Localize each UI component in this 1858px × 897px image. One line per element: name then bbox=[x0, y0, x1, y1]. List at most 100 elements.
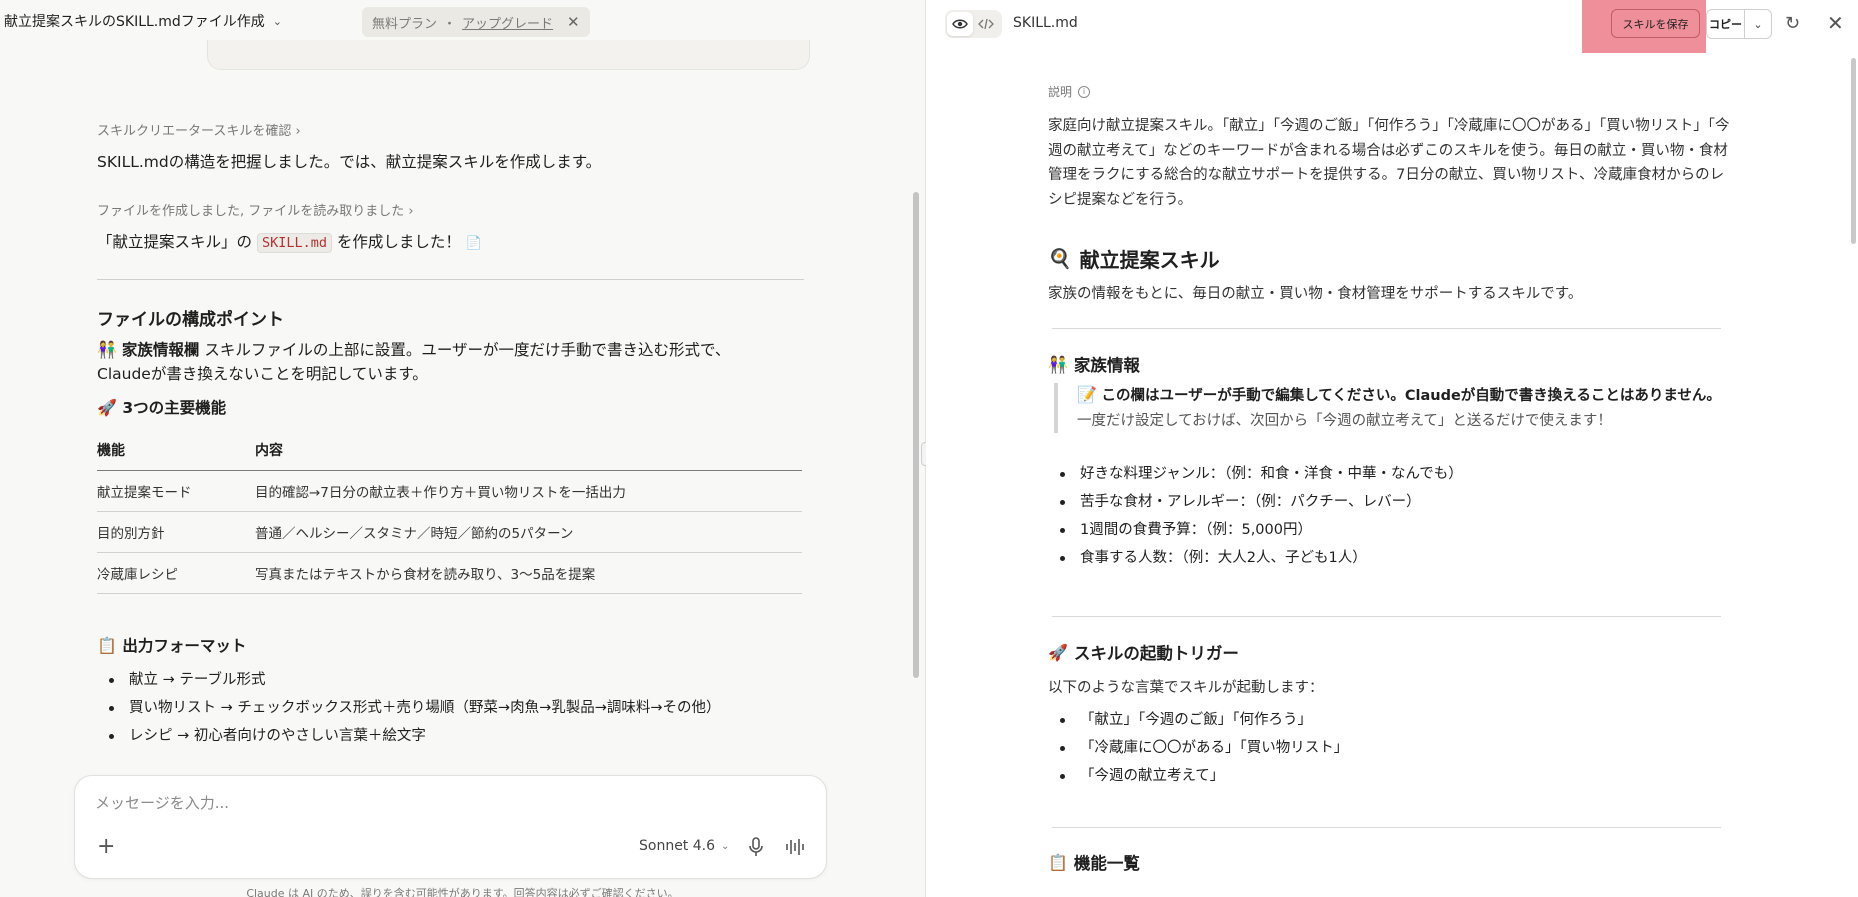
family-icon: 👫 bbox=[97, 340, 117, 359]
assistant-message-text: SKILL.mdの構造を把握しました。では、献立提案スキルを作成します。 bbox=[97, 153, 602, 171]
close-icon[interactable]: ✕ bbox=[1827, 11, 1844, 35]
list-item: 「冷蔵庫に〇〇がある」「買い物リスト」 bbox=[1048, 734, 1748, 762]
format-title: 出力フォーマット bbox=[122, 637, 247, 655]
message-input[interactable] bbox=[95, 794, 695, 812]
microphone-icon[interactable] bbox=[747, 836, 765, 858]
family-text: スキルファイルの上部に設置。ユーザーが一度だけ手動で書き込む形式で、 bbox=[204, 341, 731, 359]
family-title: 家族情報 bbox=[1073, 356, 1140, 375]
tool-step-label: ファイルを作成しました, ファイルを読み取りました bbox=[97, 204, 405, 219]
view-toggle bbox=[945, 10, 1002, 38]
save-skill-button[interactable]: スキルを保存 bbox=[1611, 9, 1700, 38]
created-suffix: を作成しました！ bbox=[336, 233, 461, 251]
family-icon: 👫 bbox=[1048, 354, 1068, 374]
tool-step-link[interactable]: スキルクリエータースキルを確認 › bbox=[97, 124, 301, 139]
tool-step-label: スキルクリエータースキルを確認 bbox=[97, 124, 292, 139]
tool-step-link[interactable]: ファイルを作成しました, ファイルを読み取りました › bbox=[97, 204, 414, 219]
chevron-right-icon: › bbox=[295, 124, 301, 139]
chat-scrollbar[interactable] bbox=[913, 192, 919, 678]
list-item: 1週間の食費予算：（例：5,000円） bbox=[1048, 516, 1748, 544]
table-header-row: 機能 内容 bbox=[97, 430, 802, 471]
eye-icon bbox=[952, 19, 968, 29]
family-info-list: 好きな料理ジャンル：（例：和食・洋食・中華・なんでも） 苦手な食材・アレルギー：… bbox=[1048, 460, 1748, 572]
list-item: 好きな料理ジャンル：（例：和食・洋食・中華・なんでも） bbox=[1048, 460, 1748, 488]
divider bbox=[97, 279, 804, 280]
info-icon[interactable]: i bbox=[1078, 85, 1091, 98]
clipboard-icon: 📋 bbox=[1048, 852, 1068, 872]
family-text-2: Claudeが書き換えないことを明記しています。 bbox=[97, 365, 428, 383]
table-row: 目的別方針 普通／ヘルシー／スタミナ／時短／節約の5パターン bbox=[97, 511, 802, 553]
description-label-text: 説明 bbox=[1048, 85, 1073, 99]
plan-label: 無料プラン bbox=[372, 16, 438, 32]
artifact-file-name: SKILL.md bbox=[1013, 15, 1078, 31]
feature-list-heading: 📋 機能一覧 bbox=[1048, 850, 1140, 874]
table-row: 冷蔵庫レシピ 写真またはテキストから食材を読み取り、3〜5品を提案 bbox=[97, 552, 802, 594]
trigger-intro: 以下のような言葉でスキルが起動します： bbox=[1048, 680, 1324, 696]
copy-button-group: コピー ⌄ bbox=[1706, 9, 1772, 39]
divider bbox=[1052, 827, 1721, 828]
cooking-icon: 🍳 bbox=[1048, 248, 1072, 270]
chat-scroll-area[interactable]: スキルクリエータースキルを確認 › SKILL.mdの構造を把握しました。では、… bbox=[0, 70, 912, 770]
list-item: 献立 → テーブル形式 bbox=[97, 666, 807, 694]
table-cell: 普通／ヘルシー／スタミナ／時短／節約の5パターン bbox=[255, 511, 802, 553]
memo-icon: 📝 bbox=[1077, 385, 1097, 404]
rocket-icon: 🚀 bbox=[97, 398, 117, 417]
refresh-icon[interactable]: ↻ bbox=[1785, 13, 1800, 34]
preview-toggle[interactable] bbox=[947, 12, 973, 36]
divider bbox=[1052, 616, 1721, 617]
add-icon[interactable]: + bbox=[97, 834, 115, 859]
close-icon[interactable]: ✕ bbox=[567, 13, 580, 31]
quote-rest: 一度だけ設定しておけば、次回から「今週の献立考えて」と送るだけで使えます！ bbox=[1077, 412, 1612, 429]
family-label: 家族情報欄 bbox=[121, 341, 200, 359]
list-item: 買い物リスト → チェックボックス形式＋売り場順（野菜→肉魚→乳製品→調味料→そ… bbox=[97, 694, 807, 722]
copy-button[interactable]: コピー bbox=[1707, 10, 1745, 38]
artifact-toolbar: SKILL.md スキルを保存 コピー ⌄ ↻ ✕ bbox=[926, 0, 1858, 53]
table-header: 機能 bbox=[97, 430, 255, 471]
list-item: 「献立」「今週のご飯」「何作ろう」 bbox=[1048, 706, 1748, 734]
skill-title: 🍳 献立提案スキル bbox=[1048, 244, 1220, 273]
table-cell: 目的別方針 bbox=[97, 511, 255, 553]
code-icon bbox=[978, 18, 994, 30]
features-heading: 🚀 3つの主要機能 bbox=[97, 396, 807, 418]
upgrade-link[interactable]: アップグレード bbox=[462, 13, 553, 32]
created-prefix: 「献立提案スキル」の bbox=[97, 233, 253, 251]
message-composer: + Sonnet 4.6 ⌄ bbox=[74, 775, 827, 879]
family-info-paragraph: 👫 家族情報欄 スキルファイルの上部に設置。ユーザーが一度だけ手動で書き込む形式… bbox=[97, 338, 807, 386]
rocket-icon: 🚀 bbox=[1048, 642, 1068, 662]
document-icon: 📄 bbox=[465, 236, 483, 251]
code-toggle[interactable] bbox=[973, 12, 999, 36]
trigger-list: 「献立」「今週のご飯」「何作ろう」 「冷蔵庫に〇〇がある」「買い物リスト」 「今… bbox=[1048, 706, 1748, 790]
edit-note-quote: 📝 この欄はユーザーが手動で編集してください。Claudeが自動で書き換えること… bbox=[1054, 383, 1734, 433]
model-name: Sonnet 4.6 bbox=[639, 838, 716, 854]
model-selector[interactable]: Sonnet 4.6 ⌄ bbox=[639, 838, 729, 854]
list-item: 「今週の献立考えて」 bbox=[1048, 762, 1748, 790]
list-item: 食事する人数：（例：大人2人、子ども1人） bbox=[1048, 544, 1748, 572]
description-text: 家庭向け献立提案スキル。「献立」「今週のご飯」「何作ろう」「冷蔵庫に〇〇がある」… bbox=[1048, 118, 1730, 208]
chevron-down-icon: ⌄ bbox=[721, 840, 730, 852]
ai-disclaimer: Claude は AI のため、誤りを含む可能性があります。回答内容は必ずご確認… bbox=[246, 887, 679, 897]
chevron-down-icon[interactable]: ⌄ bbox=[1745, 10, 1771, 38]
section-heading: ファイルの構成ポイント bbox=[97, 310, 284, 330]
table-cell: 冷蔵庫レシピ bbox=[97, 552, 255, 594]
table-cell: 目的確認→7日分の献立表＋作り方＋買い物リストを一括出力 bbox=[255, 470, 802, 512]
chevron-down-icon: ⌄ bbox=[272, 14, 282, 28]
format-list: 献立 → テーブル形式 買い物リスト → チェックボックス形式＋売り場順（野菜→… bbox=[97, 666, 807, 750]
artifact-panel: SKILL.md スキルを保存 コピー ⌄ ↻ ✕ 説明 i 家庭向け献立提案ス… bbox=[926, 0, 1858, 897]
conversation-title-menu[interactable]: 献立提案スキルのSKILL.mdファイル作成 ⌄ bbox=[4, 11, 282, 31]
file-name-code: SKILL.md bbox=[256, 233, 332, 253]
divider bbox=[1052, 328, 1721, 329]
artifact-scrollbar[interactable] bbox=[1851, 58, 1856, 244]
voice-mode-icon[interactable] bbox=[785, 837, 807, 857]
artifact-content[interactable]: 説明 i 家庭向け献立提案スキル。「献立」「今週のご飯」「何作ろう」「冷蔵庫に〇… bbox=[926, 48, 1846, 897]
description-label: 説明 i bbox=[1048, 83, 1091, 100]
table-cell: 写真またはテキストから食材を読み取り、3〜5品を提案 bbox=[255, 552, 802, 594]
table-header: 内容 bbox=[255, 430, 802, 471]
table-cell: 献立提案モード bbox=[97, 470, 255, 512]
chevron-right-icon: › bbox=[408, 204, 414, 219]
plan-separator: ・ bbox=[443, 16, 457, 32]
previous-content-fade bbox=[207, 40, 810, 70]
skill-title-text: 献立提案スキル bbox=[1079, 248, 1220, 272]
clipboard-icon: 📋 bbox=[97, 636, 117, 655]
table-row: 献立提案モード 目的確認→7日分の献立表＋作り方＋買い物リストを一括出力 bbox=[97, 470, 802, 512]
plan-banner: 無料プラン ・ アップグレード ✕ bbox=[362, 7, 590, 37]
trigger-title: スキルの起動トリガー bbox=[1073, 644, 1239, 663]
